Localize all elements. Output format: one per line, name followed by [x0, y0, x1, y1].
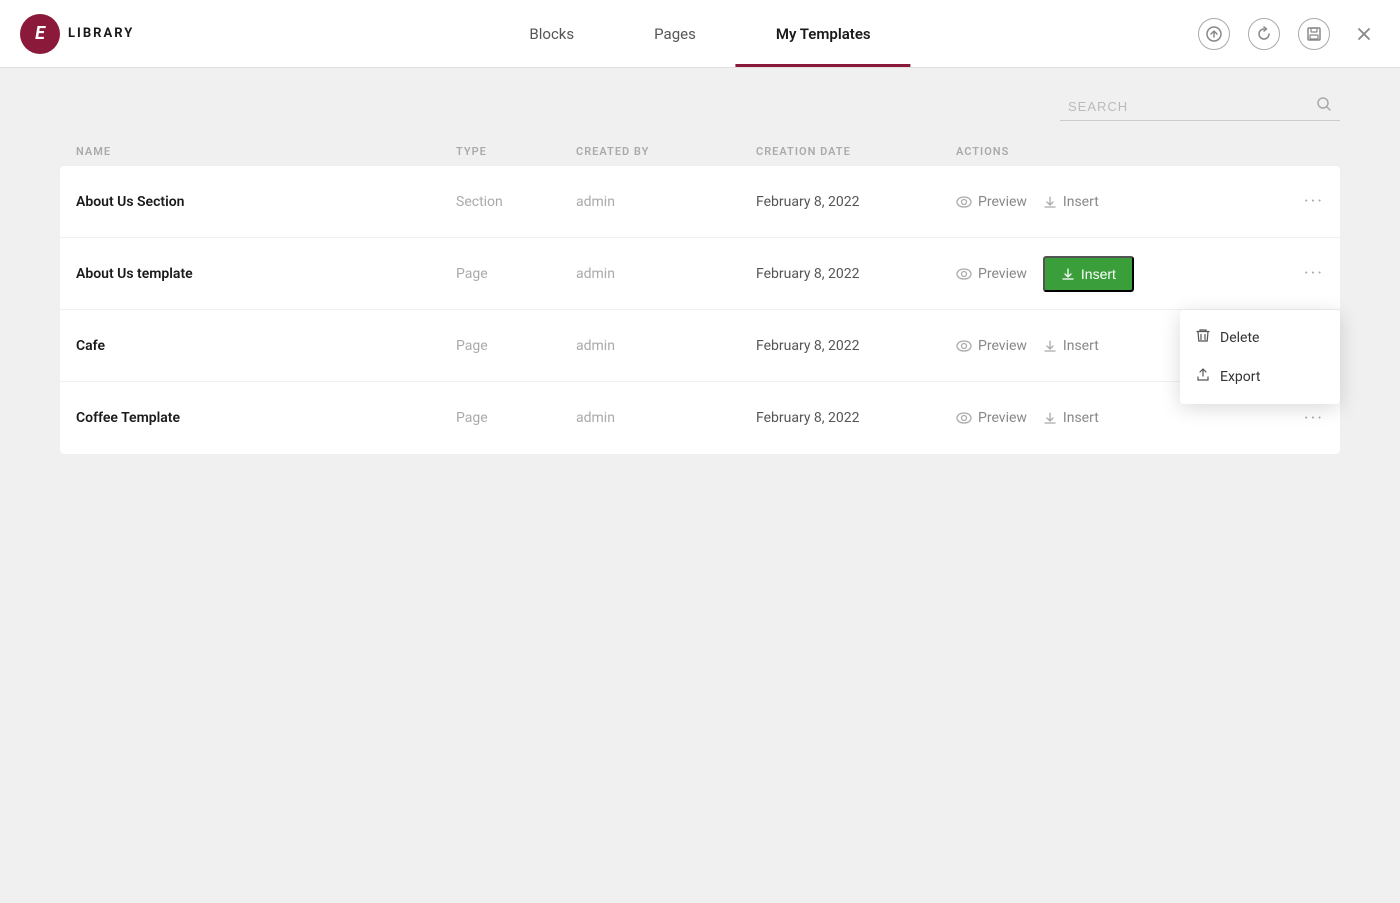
tab-pages[interactable]: Pages — [614, 0, 736, 67]
row-date: February 8, 2022 — [756, 194, 956, 210]
more-options-button[interactable]: ··· — [1304, 191, 1324, 212]
col-created-by: CREATED BY — [576, 145, 756, 158]
eye-icon — [956, 412, 972, 424]
header-actions — [1198, 18, 1380, 50]
delete-label: Delete — [1220, 330, 1259, 346]
refresh-button[interactable] — [1248, 18, 1280, 50]
eye-icon — [956, 340, 972, 352]
tab-my-templates[interactable]: My Templates — [736, 0, 911, 67]
row-name: Cafe — [76, 338, 456, 354]
close-icon — [1356, 26, 1372, 42]
row-created-by: admin — [576, 194, 756, 210]
table-row: Cafe Page admin February 8, 2022 Preview — [60, 310, 1340, 382]
insert-button-highlighted[interactable]: Insert — [1043, 256, 1134, 292]
save-button[interactable] — [1298, 18, 1330, 50]
tab-blocks[interactable]: Blocks — [489, 0, 614, 67]
row-created-by: admin — [576, 410, 756, 426]
download-icon — [1043, 411, 1057, 425]
row-type: Section — [456, 194, 576, 210]
export-icon — [1196, 367, 1210, 386]
delete-icon — [1196, 328, 1210, 347]
row-actions: Preview Insert ··· — [956, 408, 1324, 429]
logo-area: E LIBRARY — [20, 14, 220, 54]
search-area — [0, 68, 1400, 137]
more-options-button[interactable]: ··· — [1304, 408, 1324, 429]
preview-button[interactable]: Preview — [956, 338, 1027, 354]
context-menu: Delete Export — [1180, 310, 1340, 404]
table-container: NAME TYPE CREATED BY CREATION DATE ACTIO… — [0, 137, 1400, 454]
insert-button[interactable]: Insert — [1043, 194, 1099, 210]
refresh-icon — [1256, 26, 1272, 42]
logo-text: LIBRARY — [68, 26, 134, 41]
download-icon — [1043, 339, 1057, 353]
search-box — [1060, 92, 1340, 121]
row-name: Coffee Template — [76, 410, 456, 426]
row-date: February 8, 2022 — [756, 338, 956, 354]
search-icon — [1316, 96, 1332, 116]
row-created-by: admin — [576, 266, 756, 282]
preview-button[interactable]: Preview — [956, 194, 1027, 210]
export-label: Export — [1220, 369, 1260, 385]
upload-icon — [1206, 26, 1222, 42]
table-row: About Us Section Section admin February … — [60, 166, 1340, 238]
logo-icon: E — [20, 14, 60, 54]
close-button[interactable] — [1348, 18, 1380, 50]
eye-icon — [956, 268, 972, 280]
save-icon — [1306, 26, 1322, 42]
header: E LIBRARY Blocks Pages My Templates — [0, 0, 1400, 68]
eye-icon — [956, 196, 972, 208]
insert-button[interactable]: Insert — [1043, 338, 1099, 354]
col-actions: ACTIONS — [956, 145, 1324, 158]
nav-tabs: Blocks Pages My Templates — [489, 0, 910, 67]
col-creation-date: CREATION DATE — [756, 145, 956, 158]
col-name: NAME — [76, 145, 456, 158]
row-actions: Preview Insert ··· — [956, 191, 1324, 212]
preview-button[interactable]: Preview — [956, 266, 1027, 282]
row-date: February 8, 2022 — [756, 410, 956, 426]
search-input[interactable] — [1068, 99, 1308, 114]
row-name: About Us template — [76, 266, 456, 282]
preview-button[interactable]: Preview — [956, 410, 1027, 426]
row-name: About Us Section — [76, 194, 456, 210]
row-date: February 8, 2022 — [756, 266, 956, 282]
col-type: TYPE — [456, 145, 576, 158]
insert-button[interactable]: Insert — [1043, 410, 1099, 426]
context-menu-export[interactable]: Export — [1180, 357, 1340, 396]
more-options-button[interactable]: ··· — [1304, 263, 1324, 284]
row-actions: Preview Insert ··· — [956, 256, 1324, 292]
download-icon — [1043, 195, 1057, 209]
table-row: About Us template Page admin February 8,… — [60, 238, 1340, 310]
row-type: Page — [456, 266, 576, 282]
context-menu-delete[interactable]: Delete — [1180, 318, 1340, 357]
table-header: NAME TYPE CREATED BY CREATION DATE ACTIO… — [60, 137, 1340, 166]
download-icon — [1061, 267, 1075, 281]
upload-button[interactable] — [1198, 18, 1230, 50]
row-created-by: admin — [576, 338, 756, 354]
row-type: Page — [456, 338, 576, 354]
row-type: Page — [456, 410, 576, 426]
table-body: About Us Section Section admin February … — [60, 166, 1340, 454]
table-row: Coffee Template Page admin February 8, 2… — [60, 382, 1340, 454]
